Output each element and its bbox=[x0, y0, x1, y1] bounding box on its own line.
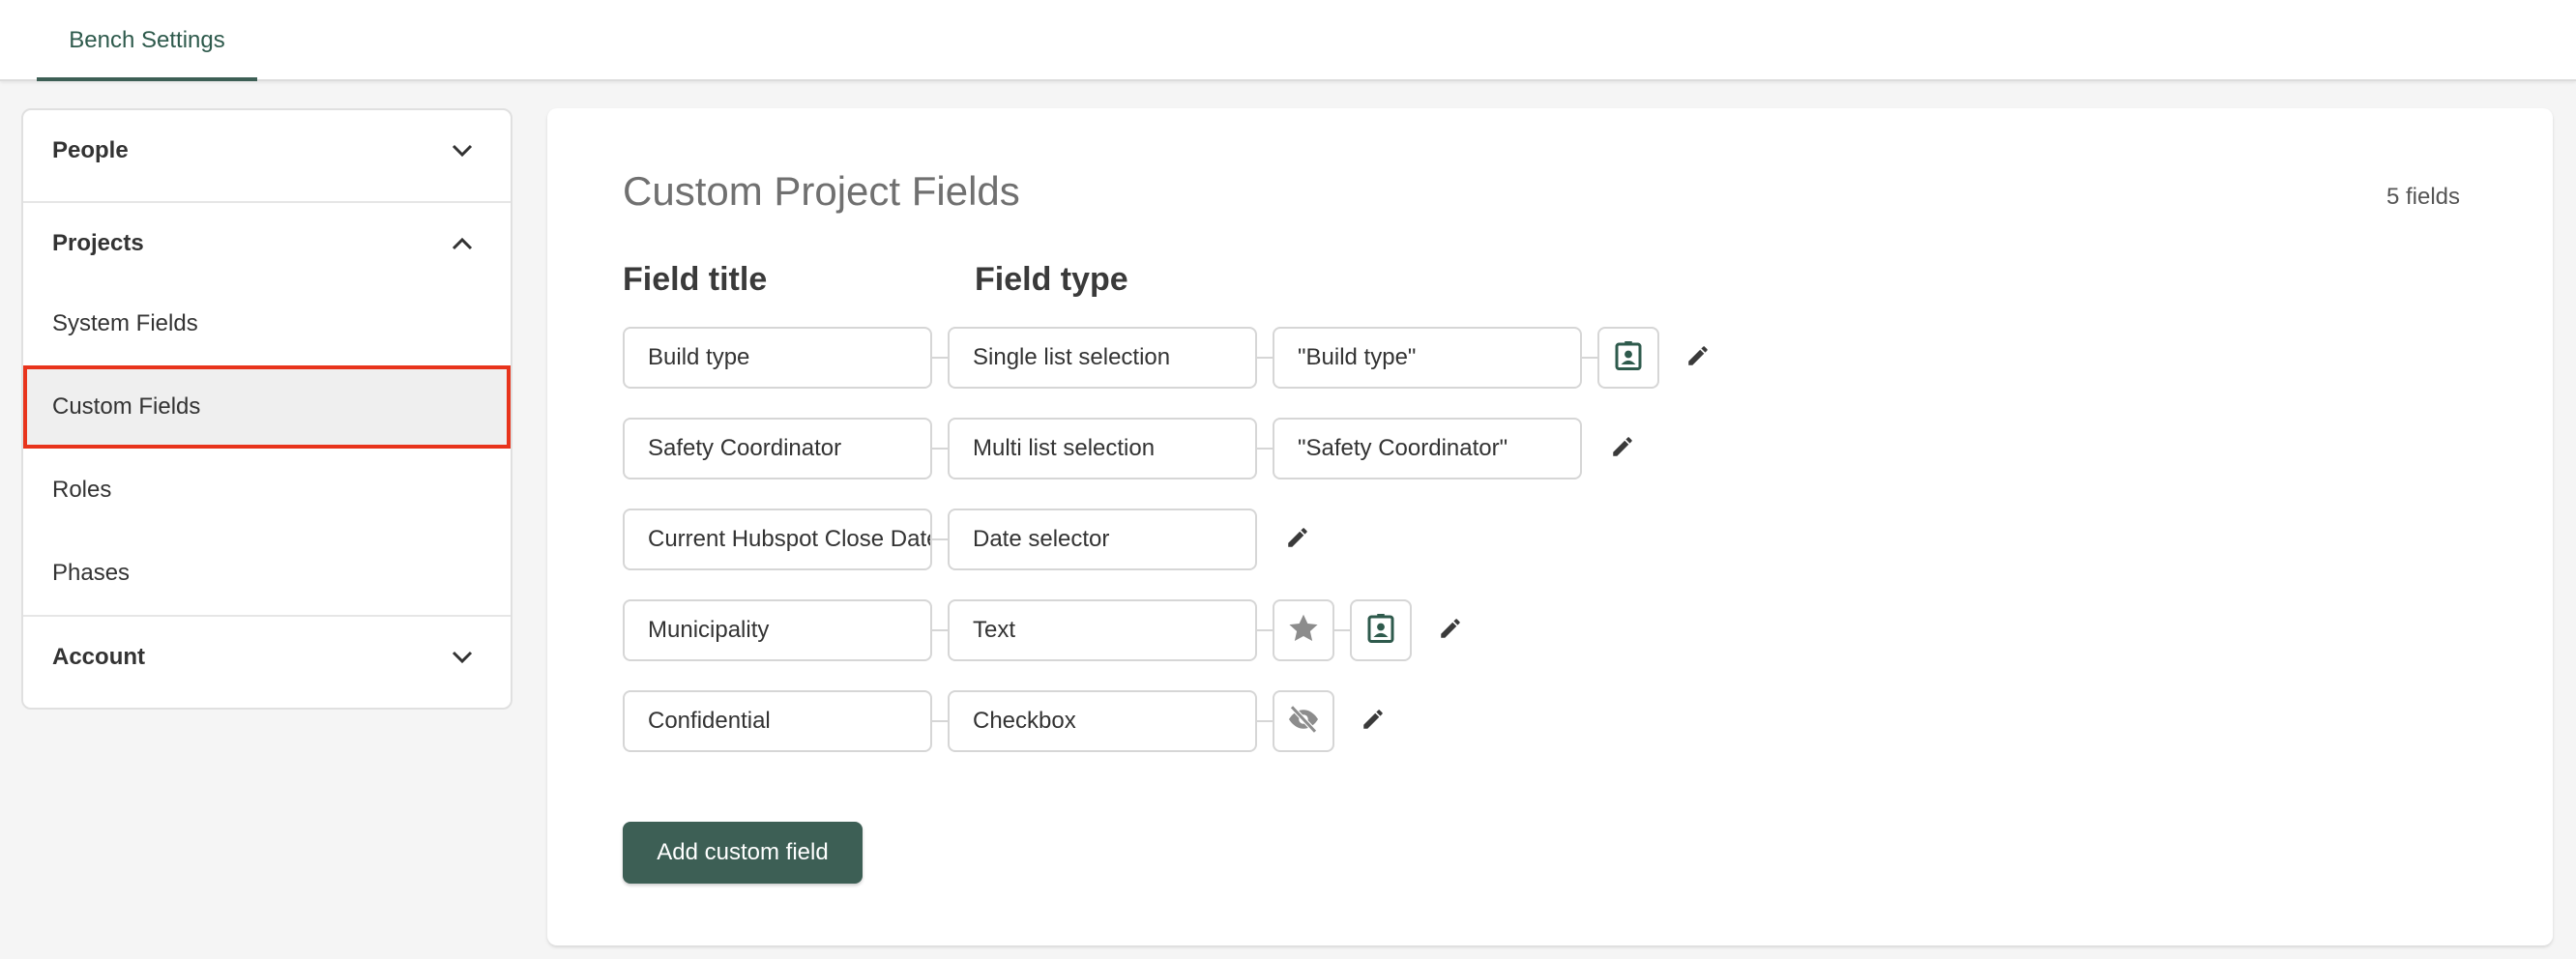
sidebar-item-custom-fields[interactable]: Custom Fields bbox=[23, 365, 511, 449]
sidebar-group-account[interactable]: Account bbox=[23, 617, 511, 698]
sidebar-group-account-label: Account bbox=[52, 644, 145, 670]
pencil-icon bbox=[1685, 343, 1711, 373]
row-connector bbox=[1582, 357, 1597, 359]
row-connector bbox=[1257, 629, 1273, 631]
field-title-input[interactable]: Current Hubspot Close Date bbox=[623, 509, 932, 570]
star-icon bbox=[1286, 611, 1321, 651]
visibility-toggle[interactable] bbox=[1273, 690, 1334, 752]
field-row: Build type Single list selection "Build … bbox=[623, 327, 1976, 389]
field-type-select[interactable]: Date selector bbox=[948, 509, 1257, 570]
field-options-button[interactable]: "Build type" bbox=[1273, 327, 1582, 389]
sidebar-item-roles[interactable]: Roles bbox=[23, 449, 511, 532]
eye-off-icon bbox=[1286, 702, 1321, 741]
row-connector bbox=[1257, 357, 1273, 359]
sidebar-group-people-label: People bbox=[52, 137, 129, 163]
contact-badge-icon bbox=[1363, 611, 1398, 651]
sidebar-item-system-fields[interactable]: System Fields bbox=[23, 282, 511, 365]
sidebar-group-people[interactable]: People bbox=[23, 110, 511, 191]
field-type-select[interactable]: Single list selection bbox=[948, 327, 1257, 389]
edit-field-button[interactable] bbox=[1280, 522, 1315, 557]
sidebar-item-roles-label: Roles bbox=[52, 477, 112, 503]
pencil-icon bbox=[1285, 525, 1310, 555]
field-type-select[interactable]: Checkbox bbox=[948, 690, 1257, 752]
field-type-select[interactable]: Multi list selection bbox=[948, 418, 1257, 480]
field-count: 5 fields bbox=[2386, 184, 2460, 210]
edit-field-button[interactable] bbox=[1433, 613, 1468, 648]
sidebar-item-system-fields-label: System Fields bbox=[52, 310, 198, 336]
row-connector bbox=[932, 448, 948, 450]
field-row: Current Hubspot Close Date Date selector bbox=[623, 509, 1976, 570]
field-row: Safety Coordinator Multi list selection … bbox=[623, 418, 1976, 480]
custom-fields-card: Custom Project Fields 5 fields Field tit… bbox=[547, 108, 2553, 945]
sidebar-item-custom-fields-label: Custom Fields bbox=[52, 393, 201, 420]
sidebar-group-projects[interactable]: Projects bbox=[23, 203, 511, 284]
edit-field-button[interactable] bbox=[1356, 704, 1390, 739]
settings-sidebar: People Projects System Fields Custom Fie… bbox=[21, 108, 512, 710]
top-bar: Bench Settings bbox=[0, 0, 2576, 81]
pencil-icon bbox=[1361, 707, 1386, 737]
contact-badge-icon bbox=[1611, 338, 1646, 378]
field-title-input[interactable]: Confidential bbox=[623, 690, 932, 752]
sidebar-item-phases[interactable]: Phases bbox=[23, 532, 511, 615]
add-custom-field-button[interactable]: Add custom field bbox=[623, 822, 863, 884]
field-row: Confidential Checkbox bbox=[623, 690, 1976, 752]
field-title-input[interactable]: Municipality bbox=[623, 599, 932, 661]
pencil-icon bbox=[1438, 616, 1463, 646]
column-header-field-type: Field type bbox=[975, 261, 1128, 298]
field-row: Municipality Text bbox=[623, 599, 1976, 661]
field-title-input[interactable]: Build type bbox=[623, 327, 932, 389]
sidebar-group-projects-label: Projects bbox=[52, 230, 144, 256]
page-title: Custom Project Fields bbox=[623, 168, 1020, 214]
row-connector bbox=[932, 538, 948, 540]
contact-badge-toggle[interactable] bbox=[1597, 327, 1659, 389]
field-type-select[interactable]: Text bbox=[948, 599, 1257, 661]
field-options-button[interactable]: "Safety Coordinator" bbox=[1273, 418, 1582, 480]
sidebar-item-phases-label: Phases bbox=[52, 560, 131, 586]
contact-badge-toggle[interactable] bbox=[1350, 599, 1412, 661]
row-connector bbox=[1257, 720, 1273, 722]
pencil-icon bbox=[1610, 434, 1635, 464]
row-connector bbox=[932, 720, 948, 722]
row-connector bbox=[932, 357, 948, 359]
column-header-field-title: Field title bbox=[623, 261, 768, 298]
required-star-toggle[interactable] bbox=[1273, 599, 1334, 661]
chevron-down-icon bbox=[449, 137, 476, 164]
edit-field-button[interactable] bbox=[1605, 431, 1640, 466]
row-connector bbox=[932, 629, 948, 631]
chevron-down-icon bbox=[449, 644, 476, 671]
edit-field-button[interactable] bbox=[1681, 340, 1715, 375]
chevron-up-icon bbox=[449, 230, 476, 257]
row-connector bbox=[1334, 629, 1350, 631]
tab-bench-settings-label: Bench Settings bbox=[69, 27, 225, 53]
row-connector bbox=[1257, 448, 1273, 450]
tab-bench-settings[interactable]: Bench Settings bbox=[37, 0, 257, 81]
field-title-input[interactable]: Safety Coordinator bbox=[623, 418, 932, 480]
